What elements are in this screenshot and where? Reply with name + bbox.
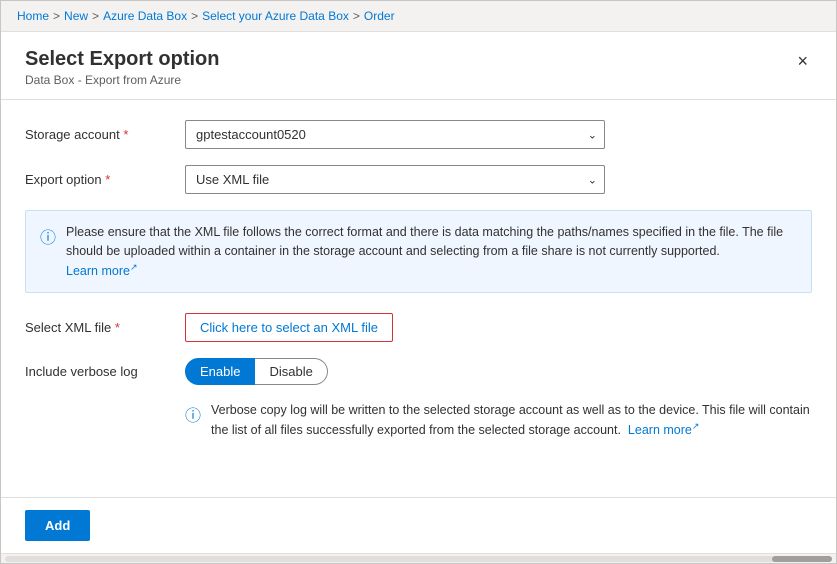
info-circle-icon: ⓘ (40, 224, 56, 248)
verbose-info-text: Verbose copy log will be written to the … (211, 401, 812, 440)
enable-toggle-button[interactable]: Enable (185, 358, 255, 385)
export-option-required: * (105, 172, 110, 187)
breadcrumb: Home > New > Azure Data Box > Select you… (1, 1, 836, 32)
xml-select-button[interactable]: Click here to select an XML file (185, 313, 393, 342)
breadcrumb-sep-1: > (53, 9, 60, 23)
storage-account-row: Storage account * gptestaccount0520 ⌄ (25, 120, 812, 149)
verbose-learn-more-link[interactable]: Learn more↗ (624, 423, 699, 437)
storage-account-control: gptestaccount0520 ⌄ (185, 120, 605, 149)
storage-account-required: * (123, 127, 128, 142)
close-button[interactable]: × (793, 48, 812, 74)
export-option-control: Use XML file Export all ⌄ (185, 165, 605, 194)
storage-account-select[interactable]: gptestaccount0520 (185, 120, 605, 149)
panel-title-group: Select Export option Data Box - Export f… (25, 48, 219, 87)
scrollbar-area (1, 553, 836, 563)
breadcrumb-sep-4: > (353, 9, 360, 23)
info-learn-more-link[interactable]: Learn more↗ (66, 264, 137, 278)
add-button[interactable]: Add (25, 510, 90, 541)
verbose-log-row: Include verbose log Enable Disable (25, 358, 812, 385)
toggle-group: Enable Disable (185, 358, 605, 385)
breadcrumb-select-your-azure[interactable]: Select your Azure Data Box (202, 9, 349, 23)
scrollbar-thumb[interactable] (772, 556, 832, 562)
panel-title: Select Export option (25, 48, 219, 71)
export-option-select[interactable]: Use XML file Export all (185, 165, 605, 194)
breadcrumb-new[interactable]: New (64, 9, 88, 23)
verbose-log-toggle: Enable Disable (185, 358, 605, 385)
storage-account-label: Storage account * (25, 127, 185, 142)
panel-footer: Add (1, 497, 836, 553)
xml-file-row: Select XML file * Click here to select a… (25, 313, 812, 342)
breadcrumb-order[interactable]: Order (364, 9, 395, 23)
verbose-info-icon: ⓘ (185, 402, 201, 426)
panel-header: Select Export option Data Box - Export f… (1, 32, 836, 87)
info-box: ⓘ Please ensure that the XML file follow… (25, 210, 812, 293)
info-box-text: Please ensure that the XML file follows … (66, 223, 797, 280)
xml-file-control: Click here to select an XML file (185, 313, 605, 342)
xml-file-label: Select XML file * (25, 320, 185, 335)
disable-toggle-button[interactable]: Disable (255, 358, 327, 385)
verbose-info-box: ⓘ Verbose copy log will be written to th… (185, 401, 812, 440)
breadcrumb-sep-3: > (191, 9, 198, 23)
scrollbar-track (5, 556, 832, 562)
breadcrumb-azure-data-box[interactable]: Azure Data Box (103, 9, 187, 23)
form-area: Storage account * gptestaccount0520 ⌄ Ex… (1, 100, 836, 497)
export-option-row: Export option * Use XML file Export all … (25, 165, 812, 194)
export-option-label: Export option * (25, 172, 185, 187)
panel-subtitle: Data Box - Export from Azure (25, 73, 219, 87)
xml-file-required: * (115, 320, 120, 335)
verbose-log-label: Include verbose log (25, 364, 185, 379)
main-window: Home > New > Azure Data Box > Select you… (0, 0, 837, 564)
breadcrumb-home[interactable]: Home (17, 9, 49, 23)
breadcrumb-sep-2: > (92, 9, 99, 23)
